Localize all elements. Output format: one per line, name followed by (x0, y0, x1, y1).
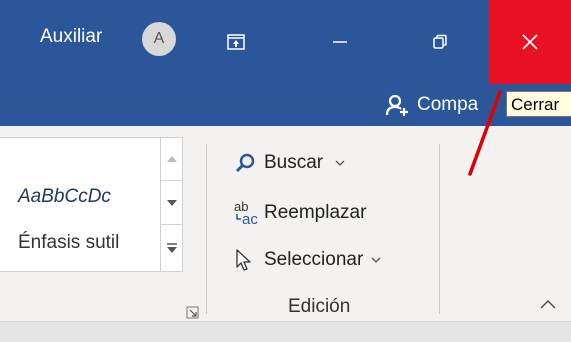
restore-icon (433, 34, 447, 49)
share-person-icon (385, 94, 408, 116)
title-bar: Auxiliar A (0, 0, 571, 84)
select-label: Seleccionar (264, 249, 364, 270)
collapse-ribbon-button[interactable] (540, 296, 556, 314)
style-name[interactable]: Énfasis sutil (18, 232, 119, 254)
select-cursor-icon (236, 249, 251, 271)
search-icon (235, 153, 255, 173)
ribbon-display-icon (227, 34, 245, 50)
annotation-arrow (468, 90, 502, 176)
replace-icon: ab ac (234, 200, 258, 226)
styles-dialog-launcher[interactable] (186, 306, 199, 319)
style-preview[interactable]: AaBbCcDc (18, 186, 111, 208)
svg-text:ac: ac (242, 211, 258, 226)
account-name[interactable]: Auxiliar (40, 26, 102, 48)
chevron-up-icon (167, 155, 177, 162)
avatar[interactable]: A (142, 22, 176, 56)
select-button[interactable]: Seleccionar (234, 248, 381, 272)
gallery-scrollbar (160, 137, 183, 272)
close-icon (522, 34, 538, 50)
dialog-launcher-icon (186, 306, 199, 319)
chevron-down-icon (371, 257, 381, 263)
gallery-more-button[interactable] (161, 225, 183, 271)
ribbon-display-options-button[interactable] (196, 0, 276, 84)
chevron-down-icon (335, 160, 345, 166)
collapse-ribbon-icon (540, 300, 556, 309)
gallery-scroll-down[interactable] (161, 181, 183, 225)
find-button[interactable]: Buscar (234, 152, 345, 174)
restore-button[interactable] (400, 0, 480, 84)
editing-group-label: Edición (288, 296, 351, 317)
find-label: Buscar (264, 152, 324, 173)
styles-gallery[interactable]: AaBbCcDc Énfasis sutil (0, 137, 183, 272)
group-separator (206, 144, 207, 314)
expand-gallery-icon (167, 243, 177, 253)
chevron-down-icon (167, 199, 177, 206)
close-tooltip: Cerrar (506, 91, 571, 117)
close-button[interactable] (489, 0, 571, 84)
group-separator (439, 144, 440, 314)
replace-label: Reemplazar (264, 202, 367, 223)
document-area-edge (0, 321, 571, 342)
minimize-icon (333, 41, 347, 43)
minimize-button[interactable] (300, 0, 380, 84)
replace-button[interactable]: ab ac Reemplazar (234, 200, 366, 226)
gallery-scroll-up[interactable] (161, 137, 183, 181)
